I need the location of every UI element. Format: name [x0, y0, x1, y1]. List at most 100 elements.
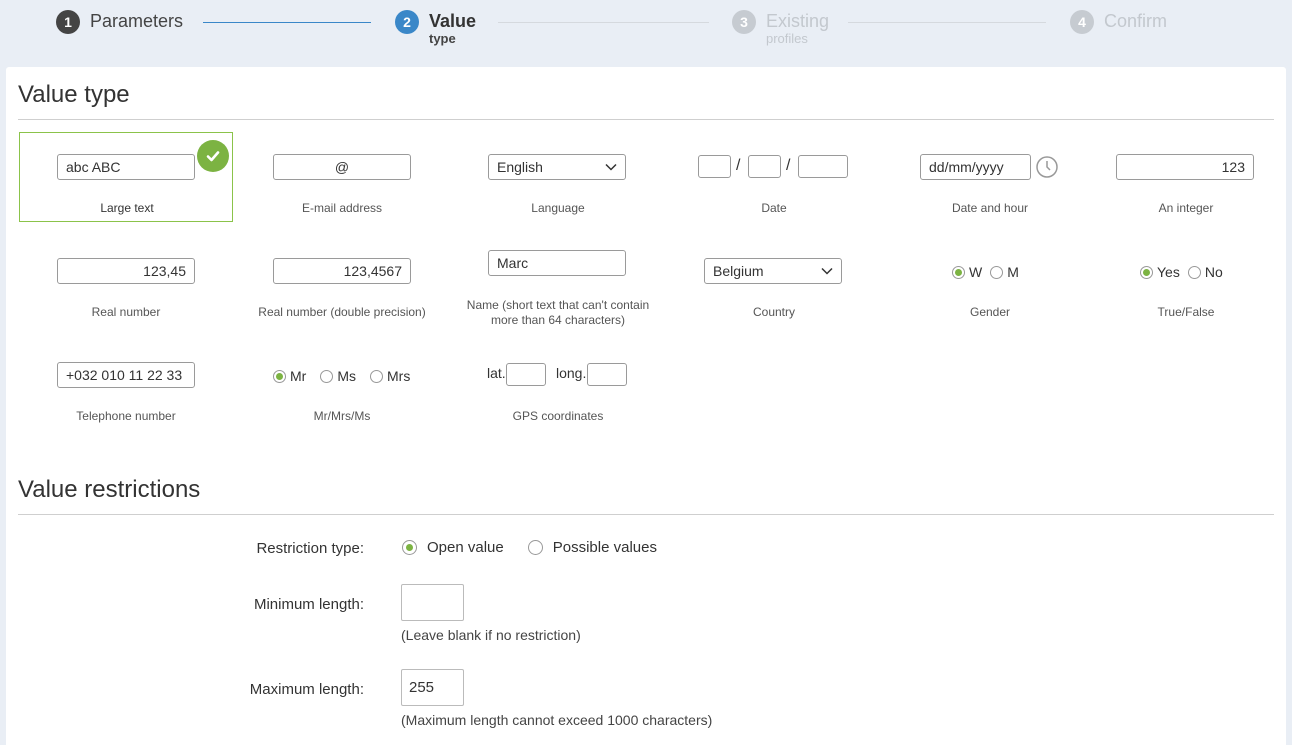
- gender-radio-group: W M: [952, 264, 1027, 280]
- integer-sample: 123: [1116, 154, 1254, 180]
- truefalse-radio-no: No: [1187, 264, 1223, 280]
- type-caption: Large text: [100, 201, 154, 215]
- maximum-length-input[interactable]: 255: [401, 669, 464, 706]
- radio-label: Possible values: [552, 539, 657, 556]
- date-separator: /: [736, 157, 741, 174]
- type-caption: Mr/Mrs/Ms: [313, 409, 371, 423]
- step-existing-profiles[interactable]: 3 Existing profiles: [732, 10, 829, 46]
- telephone-sample: +032 010 11 22 33: [57, 362, 195, 388]
- gender-radio-m: M: [990, 264, 1019, 280]
- radio-dot: [320, 369, 334, 383]
- email-sample: @: [273, 154, 411, 180]
- radio-label: M: [1007, 264, 1019, 280]
- radio-open-value[interactable]: Open value: [402, 539, 504, 556]
- type-email[interactable]: @ E-mail address: [235, 132, 449, 222]
- date-day-box: [698, 155, 731, 178]
- type-gender[interactable]: W M Gender: [883, 237, 1097, 327]
- type-gps[interactable]: lat. long. GPS coordinates: [451, 341, 665, 431]
- step-value-type[interactable]: 2 Value type: [395, 10, 476, 46]
- type-caption: True/False: [1157, 305, 1215, 319]
- clock-icon: [1036, 156, 1058, 178]
- title-radio-mr: Mr: [273, 368, 306, 384]
- type-integer[interactable]: 123 An integer: [1079, 132, 1292, 222]
- type-real-double[interactable]: 123,4567 Real number (double precision): [235, 237, 449, 327]
- type-caption: Gender: [969, 305, 1011, 319]
- maximum-length-help: (Maximum length cannot exceed 1000 chara…: [401, 712, 713, 728]
- step-label: Existing: [766, 11, 830, 31]
- step-connector: [203, 22, 371, 23]
- radio-label: Open value: [427, 539, 504, 556]
- real-sample: 123,45: [57, 258, 195, 284]
- section-divider: [18, 514, 1274, 515]
- step-connector: [848, 22, 1046, 23]
- radio-dot: [273, 369, 286, 383]
- type-telephone[interactable]: +032 010 11 22 33 Telephone number: [19, 341, 233, 431]
- type-caption: Date and hour: [951, 201, 1029, 215]
- type-mr-mrs-ms[interactable]: Mr Ms Mrs Mr/Mrs/Ms: [235, 341, 449, 431]
- type-caption: Real number: [91, 305, 161, 319]
- step-number: 4: [1070, 10, 1094, 34]
- step-label: Parameters: [90, 11, 184, 31]
- truefalse-radio-group: Yes No: [1140, 264, 1231, 280]
- radio-dot: [402, 540, 417, 555]
- radio-label: No: [1204, 264, 1223, 280]
- chevron-down-icon: [605, 163, 617, 171]
- type-country[interactable]: Belgium Country: [667, 237, 881, 327]
- country-select-sample: Belgium: [704, 258, 842, 284]
- radio-dot: [527, 540, 543, 555]
- type-name[interactable]: Marc Name (short text that can't contain…: [451, 237, 665, 327]
- radio-dot: [1140, 265, 1153, 279]
- wizard-stepper: 1 Parameters 2 Value type 3 Existing pro…: [0, 0, 1292, 66]
- step-sublabel: type: [429, 31, 456, 46]
- type-caption: Date: [761, 201, 787, 215]
- title-radio-mrs: Mrs: [370, 368, 410, 384]
- gps-lat-label: lat.: [487, 365, 506, 381]
- gps-long-label: long.: [556, 365, 587, 381]
- value-type-title: Value type: [18, 81, 130, 108]
- value-restrictions-title: Value restrictions: [18, 476, 201, 503]
- maximum-length-label: Maximum length:: [249, 681, 364, 698]
- chevron-down-icon: [821, 267, 833, 275]
- type-large-text[interactable]: abc ABC Large text: [19, 132, 233, 222]
- step-number: 1: [56, 10, 80, 34]
- radio-dot: [1187, 265, 1201, 279]
- type-caption: An integer: [1158, 201, 1214, 215]
- radio-label: Mrs: [387, 368, 411, 384]
- type-caption: GPS coordinates: [512, 409, 604, 423]
- caption-line: Name (short text that can't contain: [466, 298, 650, 312]
- language-select-sample: English: [488, 154, 626, 180]
- type-date[interactable]: / / Date: [667, 132, 881, 222]
- type-caption: E-mail address: [301, 201, 383, 215]
- name-sample: Marc: [488, 250, 626, 276]
- type-caption: Language: [531, 201, 585, 215]
- minimum-length-input[interactable]: [401, 584, 464, 621]
- step-number: 2: [395, 10, 419, 34]
- step-sublabel: profiles: [766, 31, 808, 46]
- type-true-false[interactable]: Yes No True/False: [1079, 237, 1292, 327]
- radio-label: Ms: [337, 368, 356, 384]
- large-text-sample: abc ABC: [57, 154, 195, 180]
- radio-dot: [370, 369, 383, 383]
- radio-possible-values[interactable]: Possible values: [527, 539, 657, 556]
- title-radio-group: Mr Ms Mrs: [273, 368, 418, 384]
- restriction-type-label: Restriction type:: [256, 540, 364, 557]
- check-icon: [197, 140, 229, 172]
- gender-radio-w: W: [952, 264, 982, 280]
- step-number: 3: [732, 10, 756, 34]
- type-date-hour[interactable]: dd/mm/yyyy Date and hour: [883, 132, 1097, 222]
- type-caption: Telephone number: [76, 409, 176, 423]
- select-value: English: [497, 159, 543, 175]
- caption-line: more than 64 characters): [490, 313, 626, 327]
- step-parameters[interactable]: 1 Parameters: [56, 10, 183, 34]
- main-card: Value type abc ABC Large text @ E-mail a…: [6, 67, 1286, 745]
- radio-label: Mr: [290, 368, 307, 384]
- minimum-length-label: Minimum length:: [253, 596, 364, 613]
- radio-dot: [990, 265, 1004, 279]
- gps-long-box: [587, 363, 627, 386]
- type-real[interactable]: 123,45 Real number: [19, 237, 233, 327]
- title-radio-ms: Ms: [320, 368, 356, 384]
- type-caption: Name (short text that can't contain more…: [451, 298, 665, 328]
- step-confirm[interactable]: 4 Confirm: [1070, 10, 1167, 34]
- type-language[interactable]: English Language: [451, 132, 665, 222]
- radio-label: W: [969, 264, 983, 280]
